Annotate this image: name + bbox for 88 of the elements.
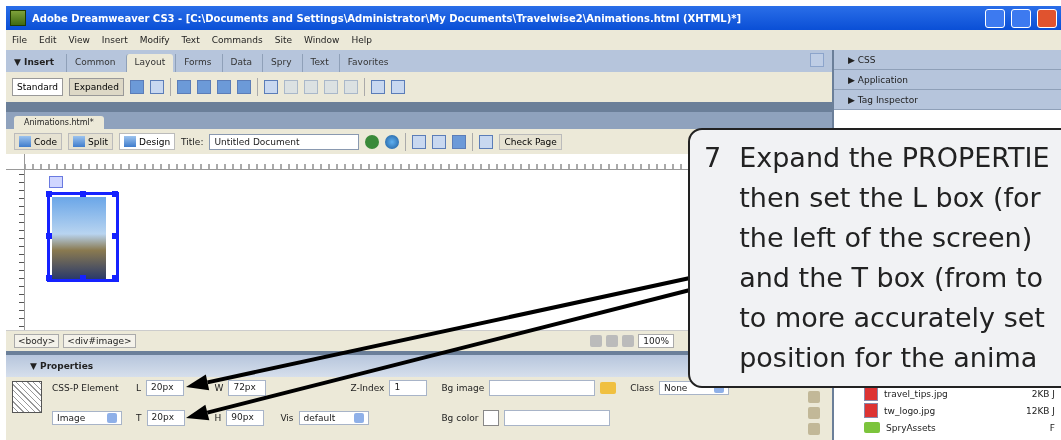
window-title: Adobe Dreamweaver CS3 - [C:\Documents and Settings\Administrator\My Documents\Travelwise2\Animations.html (XHTML)*] bbox=[32, 12, 743, 24]
insert-tab[interactable]: Favorites bbox=[338, 54, 397, 72]
file-size: 2KB J bbox=[1031, 388, 1055, 399]
resize-handle[interactable] bbox=[46, 275, 52, 281]
menu-item[interactable]: Edit bbox=[39, 35, 57, 45]
ruler-origin[interactable] bbox=[6, 154, 25, 170]
layout-tool-icon[interactable] bbox=[196, 80, 211, 94]
check-page-button[interactable]: Check Page bbox=[499, 133, 562, 150]
layout-tool-icon[interactable] bbox=[390, 80, 405, 94]
view-button[interactable]: Design bbox=[119, 133, 176, 150]
input-field[interactable]: 20px bbox=[146, 410, 185, 426]
app-icon bbox=[10, 10, 26, 26]
layout-tool-icon[interactable] bbox=[216, 80, 231, 94]
resize-handle[interactable] bbox=[112, 233, 118, 239]
ap-element-icon bbox=[12, 381, 42, 413]
field-label: Vis bbox=[280, 413, 294, 423]
panel-options-icon[interactable] bbox=[810, 53, 824, 67]
close-button[interactable] bbox=[1037, 8, 1057, 28]
globe-icon[interactable] bbox=[385, 134, 400, 149]
input-field[interactable] bbox=[504, 410, 611, 426]
ap-div-selection[interactable] bbox=[47, 192, 119, 282]
field-label: Z-Index bbox=[350, 383, 385, 393]
mode-button[interactable]: Standard bbox=[12, 78, 63, 96]
input-field[interactable]: 90px bbox=[226, 410, 265, 426]
layout-tool-icon[interactable] bbox=[129, 80, 144, 94]
menu-item[interactable]: File bbox=[12, 35, 28, 45]
ap-div-marker-icon[interactable] bbox=[49, 176, 63, 188]
maximize-button[interactable] bbox=[1011, 8, 1031, 28]
input-field[interactable]: 20px bbox=[146, 380, 184, 396]
insert-tab[interactable]: Data bbox=[221, 54, 261, 72]
panel-header[interactable]: ▶ Application bbox=[834, 70, 1061, 90]
panel-header[interactable]: ▶ Tag Inspector bbox=[834, 90, 1061, 110]
input-field[interactable]: 1 bbox=[389, 380, 428, 396]
step-number: 7 bbox=[704, 141, 722, 175]
file-size: F bbox=[1049, 422, 1055, 433]
title-label: Title: bbox=[181, 136, 204, 147]
panel-header[interactable]: ▶ CSS bbox=[834, 50, 1061, 70]
element-type-label: CSS-P Element bbox=[52, 383, 120, 393]
menu-item[interactable]: Insert bbox=[101, 35, 128, 45]
layout-tool-icon[interactable] bbox=[176, 80, 191, 94]
resize-handle[interactable] bbox=[80, 275, 86, 281]
field-label: H bbox=[214, 413, 222, 423]
file-size: 12KB J bbox=[1025, 405, 1055, 416]
resize-handle[interactable] bbox=[112, 275, 118, 281]
field-label: Bg image bbox=[441, 383, 485, 393]
mode-button[interactable]: Expanded bbox=[68, 78, 124, 96]
file-name[interactable]: travel_tips.jpg bbox=[884, 388, 1026, 399]
input-field[interactable] bbox=[489, 380, 596, 396]
zoom-field[interactable]: 100% bbox=[638, 334, 674, 348]
insert-tab[interactable]: Spry bbox=[262, 54, 300, 72]
color-swatch[interactable] bbox=[483, 410, 500, 426]
layout-tool-icon[interactable] bbox=[149, 80, 164, 94]
field-label: Class bbox=[630, 383, 654, 393]
tag-selector-item[interactable]: <div#image> bbox=[63, 334, 136, 348]
input-field[interactable]: 72px bbox=[228, 380, 267, 396]
insert-tab[interactable]: Layout bbox=[125, 54, 174, 72]
file-name[interactable]: tw_logo.jpg bbox=[884, 405, 1020, 416]
insert-tab[interactable]: Common bbox=[66, 54, 124, 72]
menu-item[interactable]: View bbox=[68, 35, 90, 45]
file-name[interactable]: SpryAssets bbox=[886, 422, 1044, 433]
insert-tab[interactable]: Text bbox=[301, 54, 337, 72]
insert-tab[interactable]: Forms bbox=[175, 54, 220, 72]
menu-item[interactable]: Modify bbox=[139, 35, 170, 45]
resize-handle[interactable] bbox=[80, 191, 86, 197]
resize-handle[interactable] bbox=[46, 191, 52, 197]
menu-item[interactable]: Site bbox=[274, 35, 292, 45]
field-label: L bbox=[136, 383, 141, 393]
layout-tool-icon[interactable] bbox=[370, 80, 385, 94]
visibility-select[interactable]: default bbox=[298, 411, 369, 425]
view-button[interactable]: Split bbox=[68, 133, 113, 150]
menu-item[interactable]: Commands bbox=[211, 35, 263, 45]
field-label: T bbox=[136, 413, 142, 423]
document-tab[interactable]: Animations.html* bbox=[14, 116, 104, 129]
field-label: W bbox=[214, 383, 224, 393]
resize-handle[interactable] bbox=[46, 233, 52, 239]
tag-selector-item[interactable]: <body> bbox=[14, 334, 60, 348]
layout-tool-icon[interactable] bbox=[263, 80, 278, 94]
field-label: Bg color bbox=[441, 413, 479, 423]
layout-tool-icon[interactable] bbox=[236, 80, 251, 94]
view-button[interactable]: Code bbox=[14, 133, 63, 150]
resize-handle[interactable] bbox=[112, 191, 118, 197]
menu-item[interactable]: Text bbox=[181, 35, 200, 45]
menu-item[interactable]: Help bbox=[351, 35, 372, 45]
menu-item[interactable]: Window bbox=[303, 35, 340, 45]
insert-bar-title[interactable]: ▼ Insert bbox=[14, 57, 64, 72]
title-field[interactable]: Untitled Document bbox=[209, 133, 360, 150]
id-select[interactable]: Image bbox=[52, 411, 122, 425]
minimize-button[interactable] bbox=[985, 8, 1005, 28]
